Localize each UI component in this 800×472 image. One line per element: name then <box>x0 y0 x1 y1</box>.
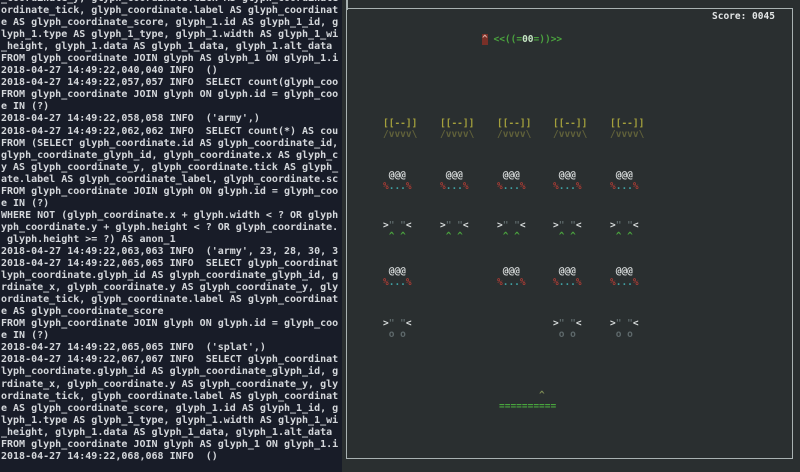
log-line: yph_coordinate.y + glyph.height < ? OR g… <box>1 222 342 234</box>
enemy-enemy1: [[--]]/vvvv\ <box>383 119 417 141</box>
enemy-enemy3b: >" "< o o <box>553 319 582 341</box>
log-line: e AS glyph_coordinate_score <box>1 306 342 318</box>
log-line: 2018-04-27 14:49:22,062,062 INFO SELECT … <box>1 126 342 138</box>
enemy-enemy2: @@@%...% <box>497 267 526 289</box>
enemy-enemy2: @@@%...% <box>497 171 526 193</box>
log-line: ordinate_tick, glyph_coordinate.label AS… <box>1 5 342 17</box>
log-line: WHERE NOT (glyph_coordinate.x + glyph.wi… <box>1 210 342 222</box>
screen: _coordinate_y, glyph_coordinate.tick AS … <box>0 0 800 472</box>
log-line: lyph_coordinate.glyph_id AS glyph_coordi… <box>1 270 342 282</box>
log-line: lyph_1.type AS glyph_1_type, glyph_1.wid… <box>1 29 342 41</box>
log-line: lyph_coordinate.glyph_id AS glyph_coordi… <box>1 366 342 378</box>
enemy-enemy3a: >" "< ^ ^ <box>553 221 582 243</box>
log-line: FROM glyph_coordinate JOIN glyph ON glyp… <box>1 89 342 101</box>
log-line: FROM glyph_coordinate JOIN glyph AS glyp… <box>1 53 342 65</box>
enemy-enemy1: [[--]]/vvvv\ <box>553 119 587 141</box>
enemy-enemy3a: >" "< ^ ^ <box>497 221 526 243</box>
game-terminal[interactable]: Score: 0045 ^ <<((=00=))>> [[--]]/vvvv\ [… <box>342 0 800 472</box>
enemy-enemy2: @@@%...% <box>440 171 469 193</box>
log-line: FROM glyph_coordinate JOIN glyph ON glyp… <box>1 318 342 330</box>
log-line: rdinate_x, glyph_coordinate.y AS glyph_c… <box>1 379 342 391</box>
enemy-enemy2: @@@%...% <box>610 267 639 289</box>
log-line: e IN (?) <box>1 330 342 342</box>
log-line: _height, glyph_1.data AS glyph_1_data, g… <box>1 427 342 439</box>
score-label: Score: 0045 <box>712 11 775 22</box>
log-line: 2018-04-27 14:49:22,068,068 INFO () <box>1 451 342 463</box>
log-line: e IN (?) <box>1 198 342 210</box>
player-ship: ^========== <box>499 391 556 413</box>
log-line: 2018-04-27 14:49:22,057,057 INFO SELECT … <box>1 77 342 89</box>
saucer: <<((= <box>493 34 522 45</box>
saucer-row: ^ <<((=00=))>> <box>482 35 562 46</box>
log-line: 2018-04-27 14:49:22,058,058 INFO ('army'… <box>1 113 342 125</box>
log-line: 2018-04-27 14:49:22,063,063 INFO ('army'… <box>1 246 342 258</box>
log-line: _height, glyph_1.data AS glyph_1_data, g… <box>1 41 342 53</box>
enemy-enemy3b: >" "< o o <box>383 319 412 341</box>
saucer-right: =))>> <box>534 34 563 45</box>
log-line: lyph_1.type AS glyph_1_type, glyph_1.wid… <box>1 415 342 427</box>
enemy-enemy3b: >" "< o o <box>610 319 639 341</box>
log-line: y AS glyph_coordinate_y, glyph_coordinat… <box>1 162 342 174</box>
enemy-enemy1: [[--]]/vvvv\ <box>610 119 644 141</box>
enemy-enemy2: @@@%...% <box>553 267 582 289</box>
enemy-enemy1: [[--]]/vvvv\ <box>497 119 531 141</box>
enemy-enemy1: [[--]]/vvvv\ <box>440 119 474 141</box>
log-line: ordinate_tick, glyph_coordinate.label AS… <box>1 391 342 403</box>
sql-log-terminal[interactable]: _coordinate_y, glyph_coordinate.tick AS … <box>0 0 342 472</box>
saucer-core: 00 <box>522 34 533 45</box>
log-line: glyph.height >= ?) AS anon_1 <box>1 234 342 246</box>
enemy-enemy2: @@@%...% <box>610 171 639 193</box>
log-line: ordinate_tick, glyph_coordinate.label AS… <box>1 294 342 306</box>
enemy-enemy2: @@@%...% <box>383 171 412 193</box>
log-line: FROM (SELECT glyph_coordinate.id AS glyp… <box>1 138 342 150</box>
log-line: 2018-04-27 14:49:22,040,040 INFO () <box>1 65 342 77</box>
log-line: ate.label AS glyph_coordinate_label, gly… <box>1 174 342 186</box>
log-line: rdinate_x, glyph_coordinate.y AS glyph_c… <box>1 282 342 294</box>
enemy-enemy2: @@@%...% <box>553 171 582 193</box>
log-line: e IN (?) <box>1 101 342 113</box>
log-line: FROM glyph_coordinate JOIN glyph AS glyp… <box>1 439 342 451</box>
log-line: 2018-04-27 14:49:22,065,065 INFO SELECT … <box>1 258 342 270</box>
enemy-enemy3a: >" "< ^ ^ <box>383 221 412 243</box>
enemy-enemy3a: >" "< ^ ^ <box>610 221 639 243</box>
log-line: FROM glyph_coordinate JOIN glyph ON glyp… <box>1 186 342 198</box>
log-line: 2018-04-27 14:49:22,067,067 INFO SELECT … <box>1 354 342 366</box>
log-line: e AS glyph_coordinate_score, glyph_1.id … <box>1 17 342 29</box>
log-line: e AS glyph_coordinate_score, glyph_1.id … <box>1 403 342 415</box>
enemy-enemy3a: >" "< ^ ^ <box>440 221 469 243</box>
log-line: 2018-04-27 14:49:22,065,065 INFO ('splat… <box>1 342 342 354</box>
enemy-enemy2: @@@%...% <box>383 267 412 289</box>
log-line: glyph_coordinate_glyph_id, glyph_coordin… <box>1 150 342 162</box>
terminal-log: _coordinate_y, glyph_coordinate.tick AS … <box>1 0 342 463</box>
